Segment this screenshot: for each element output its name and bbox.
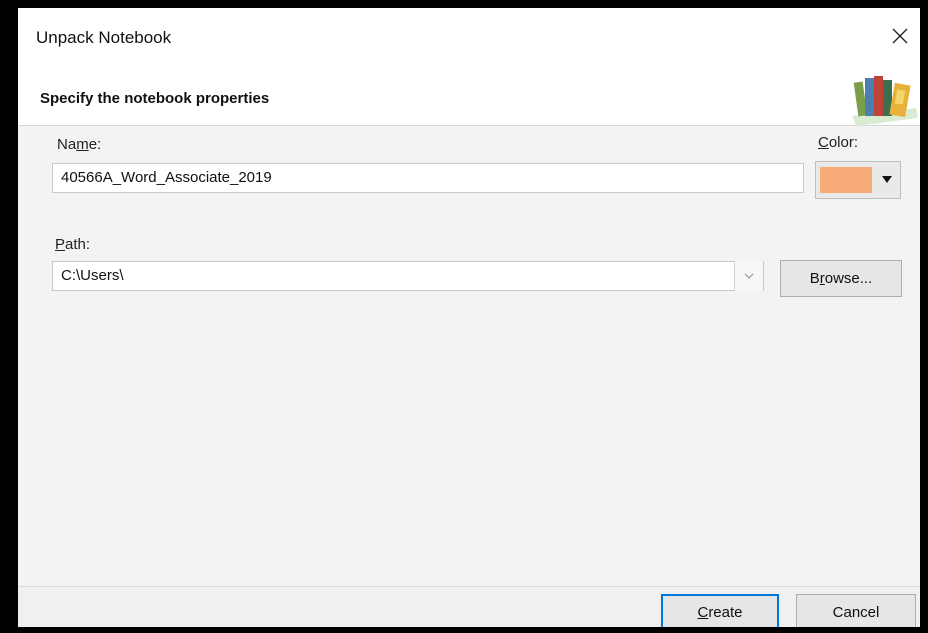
color-label: Color: bbox=[818, 134, 859, 151]
close-icon bbox=[892, 28, 908, 44]
dialog-footer bbox=[18, 586, 920, 627]
browse-button[interactable]: Br owse... bbox=[780, 260, 902, 297]
dropdown-arrow-icon bbox=[882, 176, 892, 183]
form-area bbox=[18, 126, 920, 586]
dialog-header: Specify the notebook properties bbox=[18, 68, 920, 126]
chevron-down-icon bbox=[744, 273, 754, 279]
path-label: Path: bbox=[55, 236, 91, 253]
color-swatch bbox=[820, 167, 872, 193]
name-input[interactable]: 40566A_Word_Associate_2019 bbox=[52, 163, 804, 193]
color-picker-button[interactable] bbox=[815, 161, 901, 199]
cancel-button[interactable]: Cancel bbox=[796, 594, 916, 627]
close-button[interactable] bbox=[886, 22, 914, 50]
unpack-notebook-dialog: Unpack Notebook Specify the notebook pro… bbox=[18, 8, 920, 627]
screenshot-border-bottom bbox=[0, 627, 928, 633]
screenshot-border-top bbox=[0, 0, 928, 8]
path-dropdown-button[interactable] bbox=[734, 261, 763, 291]
header-instruction: Specify the notebook properties bbox=[40, 90, 270, 107]
window-title: Unpack Notebook bbox=[36, 28, 172, 47]
name-label: Name: bbox=[57, 136, 102, 153]
title-bar: Unpack Notebook bbox=[18, 8, 920, 68]
create-button[interactable]: Create bbox=[661, 594, 779, 627]
screenshot-border-left bbox=[0, 0, 18, 633]
stack-of-books-icon bbox=[852, 76, 918, 126]
path-combobox[interactable]: C:\Users\ bbox=[52, 261, 764, 291]
screenshot-border-right bbox=[920, 0, 928, 633]
